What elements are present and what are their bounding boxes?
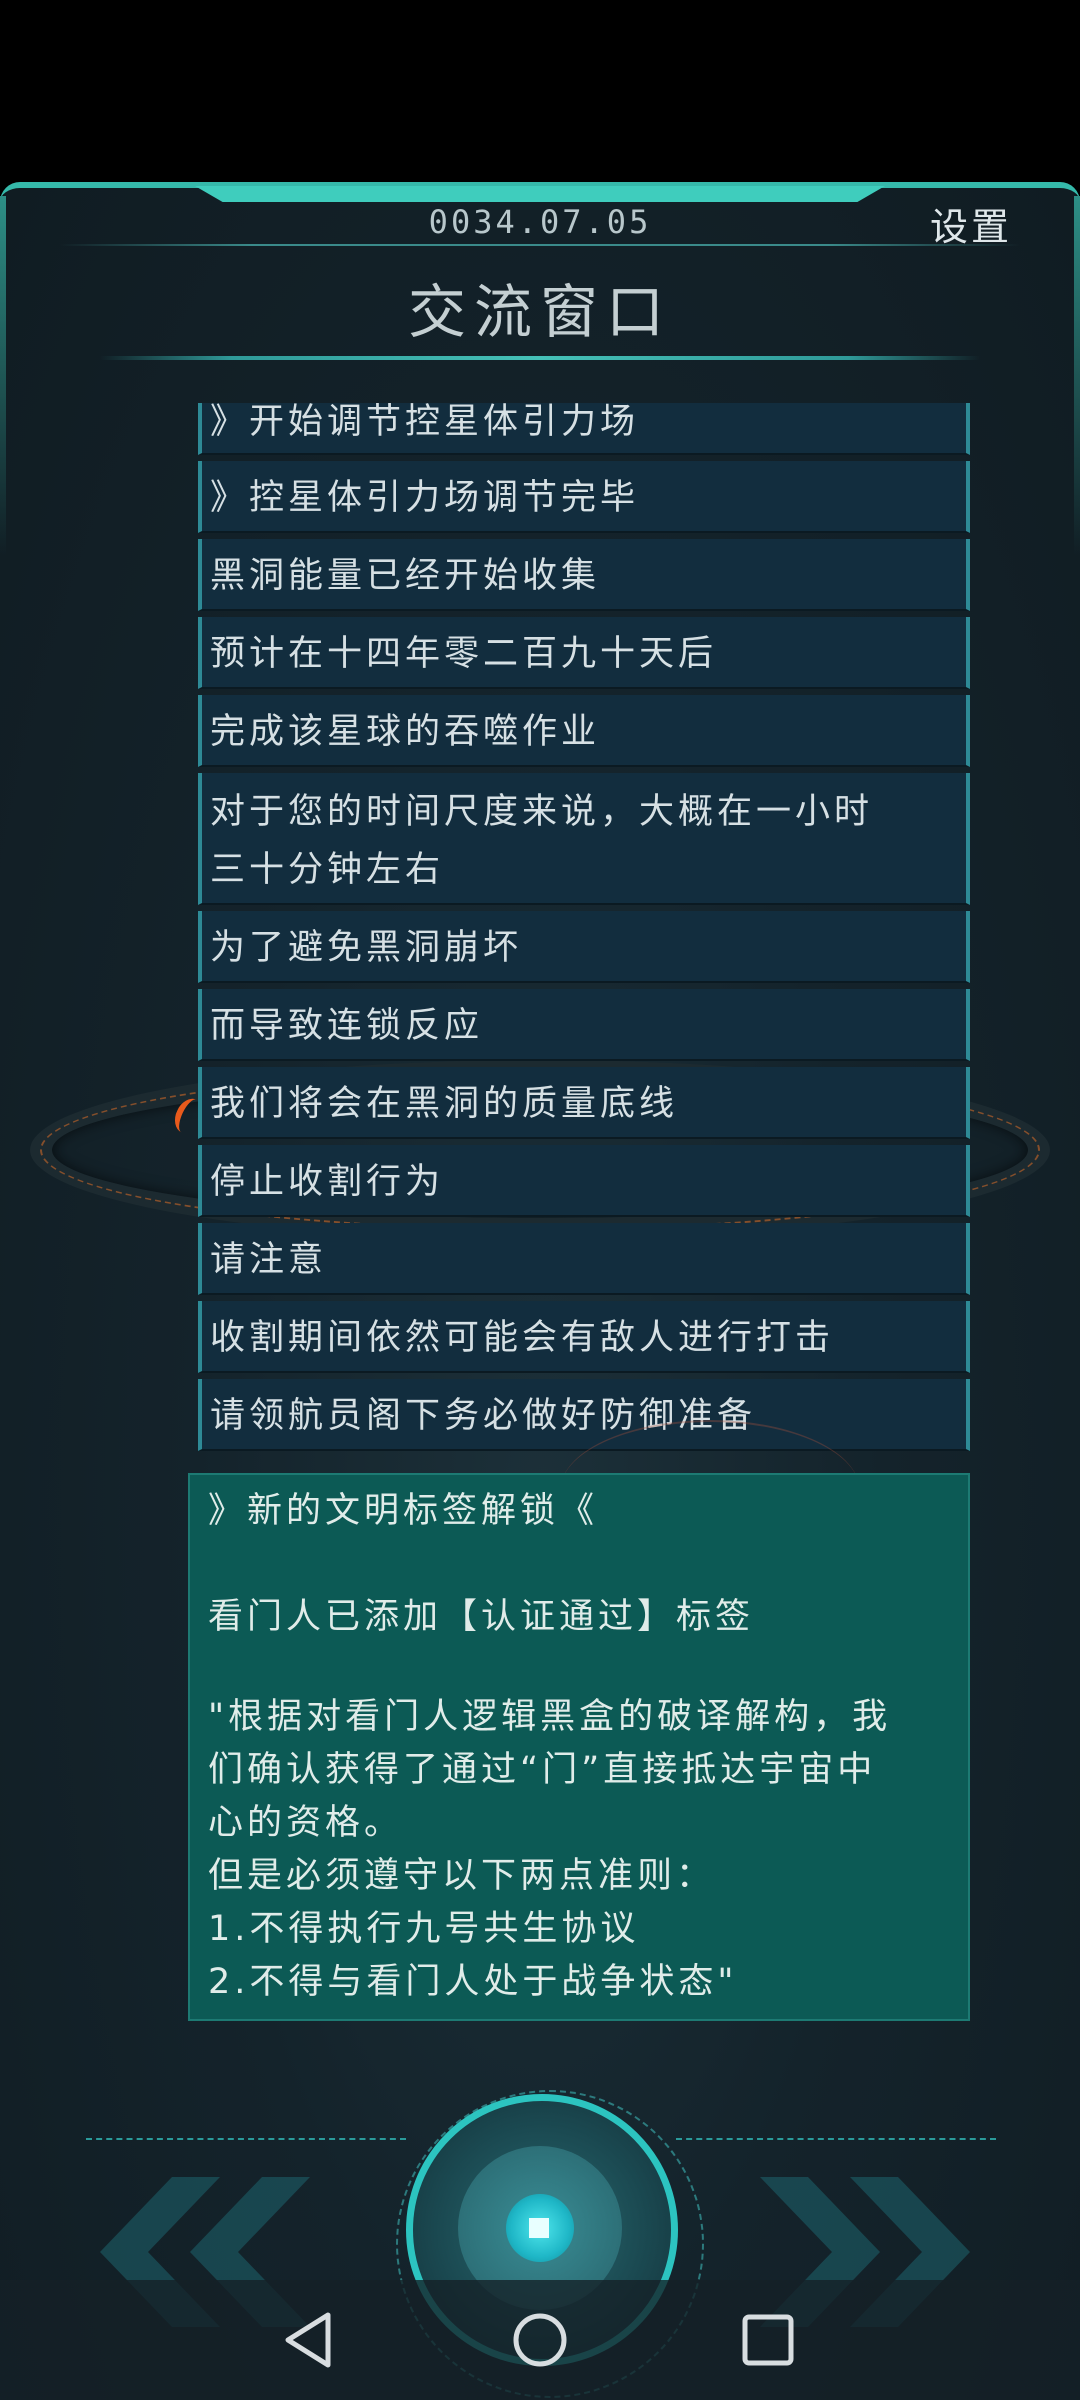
circle-home-icon[interactable] [505,2305,575,2375]
message-item: 为了避免黑洞崩坏 [198,911,970,983]
control-divider-right [676,2138,996,2140]
game-screen: 0034.07.05 设置 交流窗口 》开始调节控星体引力场 》控星体引力场调节… [0,0,1080,2400]
square-recent-icon[interactable] [733,2305,803,2375]
panel-top-tab [195,186,885,202]
unlock-quote: "根据对看门人逻辑黑盒的破译解构，我 们确认获得了通过“门”直接抵达宇宙中 心的… [208,1691,968,2009]
civilization-tag-unlock-box: 》新的文明标签解锁《 看门人已添加【认证通过】标签 "根据对看门人逻辑黑盒的破译… [188,1473,970,2021]
stop-square-icon [529,2218,549,2238]
quote-line: "根据对看门人逻辑黑盒的破译解构，我 [208,1697,892,1737]
quote-line: 们确认获得了通过“门”直接抵达宇宙中 [208,1750,877,1790]
settings-button[interactable]: 设置 [930,196,1012,251]
control-divider-left [86,2138,406,2140]
message-item: 黑洞能量已经开始收集 [198,539,970,611]
message-item: 请领航员阁下务必做好防御准备 [198,1379,970,1451]
title-divider [100,356,980,360]
message-item: 而导致连锁反应 [198,989,970,1061]
message-item: 》开始调节控星体引力场 [198,403,970,455]
message-item: 请注意 [198,1223,970,1295]
quote-line: 1.不得执行九号共生协议 [208,1909,640,1949]
message-item: 》控星体引力场调节完毕 [198,461,970,533]
quote-line: 但是必须遵守以下两点准则： [208,1856,716,1896]
unlock-tag-line: 看门人已添加【认证通过】标签 [208,1597,755,1637]
quote-line: 2.不得与看门人处于战争状态" [208,1962,738,2002]
game-date: 0034.07.05 [428,203,652,241]
status-area [0,0,1080,180]
date-divider [60,244,1020,246]
message-item: 我们将会在黑洞的质量底线 [198,1067,970,1139]
unlock-heading: 》新的文明标签解锁《 [208,1491,599,1531]
message-item: 完成该星球的吞噬作业 [198,695,970,767]
message-line: 三十分钟左右 [210,850,445,890]
message-item: 收割期间依然可能会有敌人进行打击 [198,1301,970,1373]
message-item: 预计在十四年零二百九十天后 [198,617,970,689]
triangle-back-icon[interactable] [276,2305,346,2375]
message-item: 对于您的时间尺度来说，大概在一小时 三十分钟左右 [198,773,970,905]
message-item: 停止收割行为 [198,1145,970,1217]
quote-line: 心的资格。 [208,1803,404,1843]
panel-frame-left [0,196,6,556]
message-line: 对于您的时间尺度来说，大概在一小时 [210,792,874,832]
message-list[interactable]: 》开始调节控星体引力场 》控星体引力场调节完毕 黑洞能量已经开始收集 预计在十四… [198,403,970,1457]
page-title: 交流窗口 [407,278,672,346]
panel-frame-right [1074,196,1080,556]
